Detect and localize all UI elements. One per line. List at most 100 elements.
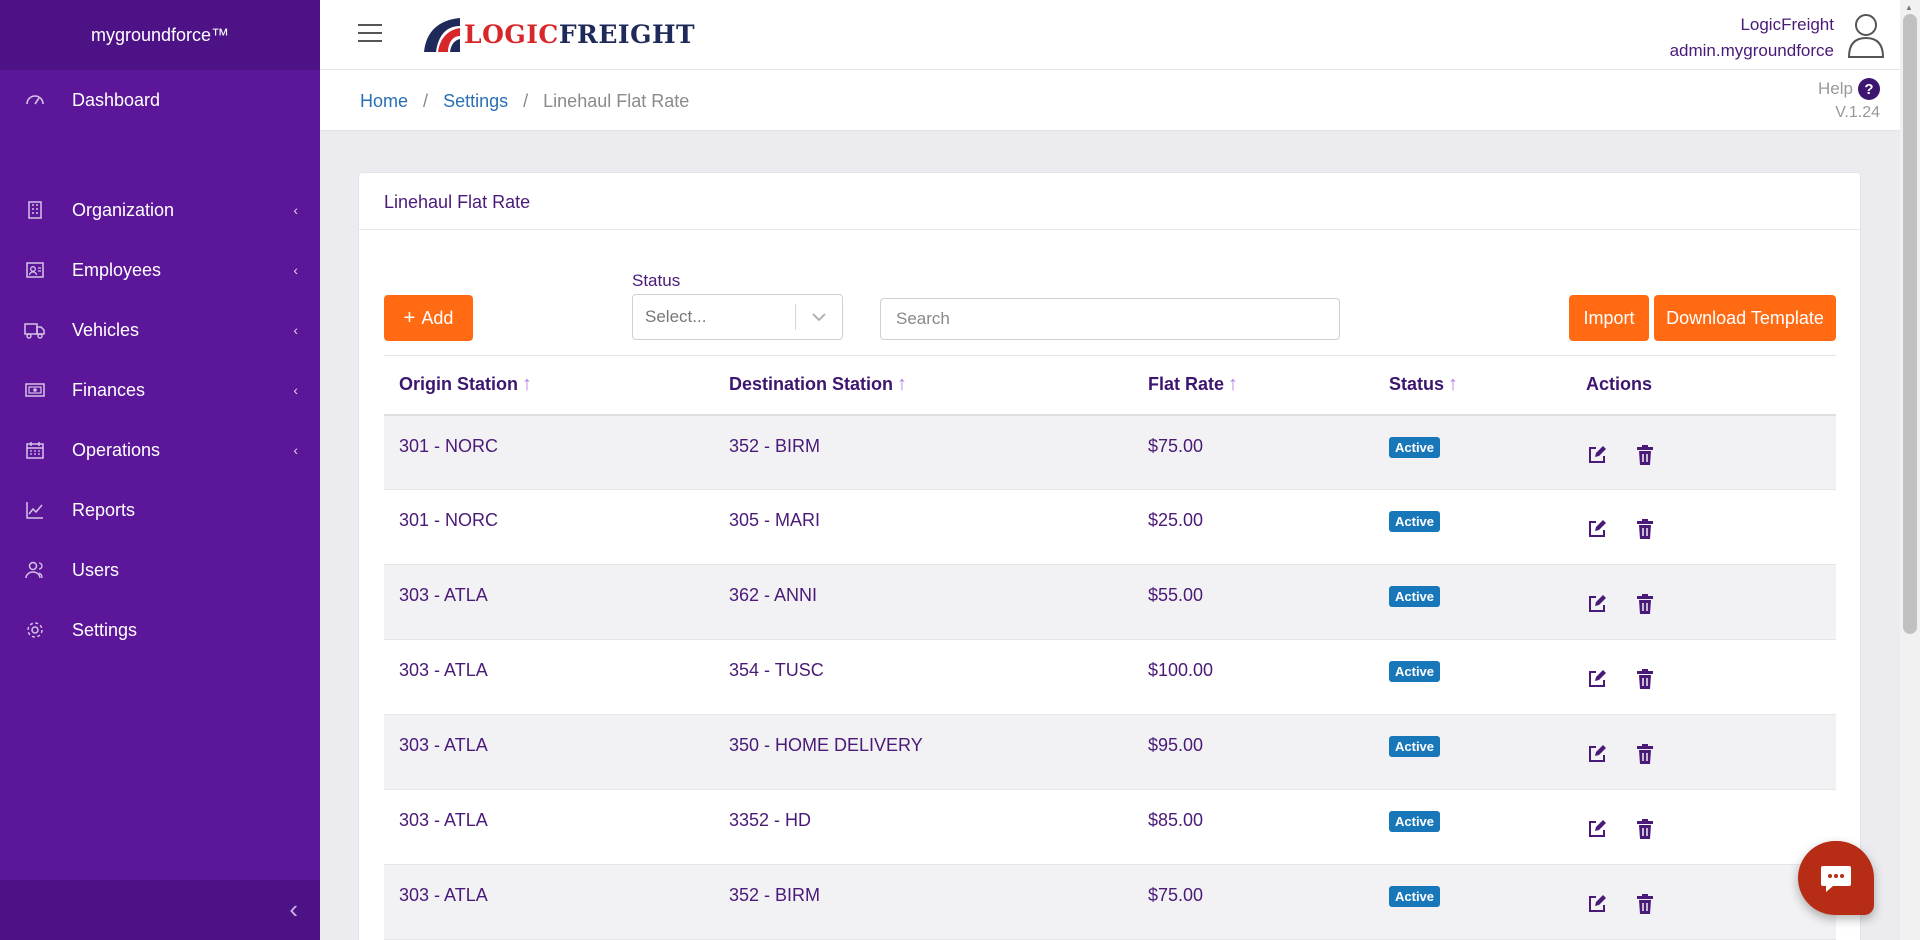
status-select[interactable]: Select... bbox=[632, 294, 843, 340]
edit-icon[interactable] bbox=[1586, 518, 1608, 540]
status-badge: Active bbox=[1389, 511, 1441, 532]
sidebar-item-organization[interactable]: Organization ‹ bbox=[0, 180, 320, 240]
sort-arrow-icon: ↑ bbox=[522, 373, 532, 396]
sort-arrow-icon: ↑ bbox=[897, 373, 908, 396]
search-input[interactable] bbox=[880, 298, 1340, 340]
origin-cell: 303 - ATLA bbox=[384, 564, 714, 640]
sidebar-item-finances[interactable]: Finances ‹ bbox=[0, 360, 320, 420]
sidebar-item-label: Reports bbox=[72, 499, 136, 520]
scrollbar-thumb[interactable] bbox=[1903, 14, 1917, 634]
column-status[interactable]: Status ↑ bbox=[1374, 355, 1571, 416]
flat-rate-cell: $100.00 bbox=[1133, 639, 1374, 715]
destination-cell: 354 - TUSC bbox=[714, 639, 1133, 715]
edit-icon[interactable] bbox=[1586, 668, 1608, 690]
sidebar-item-label: Vehicles bbox=[72, 319, 140, 340]
chat-button[interactable] bbox=[1798, 841, 1874, 915]
actions-cell bbox=[1571, 414, 1836, 490]
linehaul-card: Linehaul Flat Rate + Add Status Select..… bbox=[358, 172, 1861, 940]
trash-icon[interactable] bbox=[1634, 444, 1656, 466]
column-actions: Actions bbox=[1571, 355, 1836, 416]
edit-icon[interactable] bbox=[1586, 743, 1608, 765]
trash-icon[interactable] bbox=[1634, 593, 1656, 615]
question-icon: ? bbox=[1858, 78, 1880, 100]
trash-icon[interactable] bbox=[1634, 668, 1656, 690]
destination-cell: 3352 - HD bbox=[714, 789, 1133, 865]
sidebar-item-settings[interactable]: Settings bbox=[0, 600, 320, 660]
origin-cell: 303 - ATLA bbox=[384, 789, 714, 865]
breadcrumb-current: Linehaul Flat Rate bbox=[543, 91, 690, 111]
actions-cell bbox=[1571, 564, 1836, 640]
trash-icon[interactable] bbox=[1634, 818, 1656, 840]
table-row: 301 - NORC 352 - BIRM $75.00 Active bbox=[384, 414, 1836, 490]
flat-rate-cell: $95.00 bbox=[1133, 714, 1374, 790]
actions-cell bbox=[1571, 714, 1836, 790]
chevron-left-icon: ‹ bbox=[293, 382, 298, 398]
scroll-up-arrow-icon[interactable]: ▲ bbox=[1905, 3, 1913, 12]
edit-icon[interactable] bbox=[1586, 593, 1608, 615]
sidebar-item-reports[interactable]: Reports bbox=[0, 480, 320, 540]
origin-cell: 303 - ATLA bbox=[384, 864, 714, 940]
flat-rate-cell: $55.00 bbox=[1133, 564, 1374, 640]
add-button[interactable]: + Add bbox=[384, 295, 473, 341]
actions-cell bbox=[1571, 489, 1836, 565]
sidebar-item-label: Employees bbox=[72, 259, 162, 280]
edit-icon[interactable] bbox=[1586, 893, 1608, 915]
chevron-left-icon: ‹ bbox=[293, 262, 298, 278]
hamburger-menu-icon[interactable] bbox=[358, 24, 382, 44]
sidebar-item-users[interactable]: Users bbox=[0, 540, 320, 600]
column-origin-station[interactable]: Origin Station ↑ bbox=[384, 355, 714, 416]
status-select-value: Select... bbox=[645, 307, 707, 326]
user-account: admin.mygroundforce bbox=[1669, 41, 1834, 60]
origin-cell: 301 - NORC bbox=[384, 414, 714, 490]
status-filter-label: Status bbox=[632, 271, 681, 290]
table-row: 303 - ATLA 354 - TUSC $100.00 Active bbox=[384, 639, 1836, 715]
sidebar-item-label: Finances bbox=[72, 379, 146, 400]
sidebar-item-employees[interactable]: Employees ‹ bbox=[0, 240, 320, 300]
sidebar-nav: Dashboard Organization ‹ Employees ‹ Veh… bbox=[0, 70, 320, 660]
avatar-icon[interactable] bbox=[1846, 12, 1886, 58]
column-flat-rate[interactable]: Flat Rate ↑ bbox=[1133, 355, 1374, 416]
edit-icon[interactable] bbox=[1586, 444, 1608, 466]
help-link[interactable]: Help ? bbox=[1818, 78, 1880, 100]
app-version: V.1.24 bbox=[1835, 104, 1880, 121]
top-header: LOGICFREIGHT LogicFreight admin.myground… bbox=[320, 0, 1900, 70]
destination-cell: 352 - BIRM bbox=[714, 864, 1133, 940]
breadcrumb-settings[interactable]: Settings bbox=[443, 91, 508, 111]
trash-icon[interactable] bbox=[1634, 893, 1656, 915]
user-info[interactable]: LogicFreight admin.mygroundforce bbox=[1670, 12, 1834, 64]
trash-icon[interactable] bbox=[1634, 743, 1656, 765]
chevron-left-icon: ‹ bbox=[293, 442, 298, 458]
chat-icon bbox=[1821, 866, 1851, 892]
status-badge: Active bbox=[1389, 886, 1441, 907]
breadcrumb-home[interactable]: Home bbox=[360, 91, 408, 111]
status-badge: Active bbox=[1389, 586, 1441, 607]
sidebar-brand: mygroundforce™ bbox=[0, 0, 320, 70]
trash-icon[interactable] bbox=[1634, 518, 1656, 540]
breadcrumb-bar: Home / Settings / Linehaul Flat Rate Hel… bbox=[320, 70, 1900, 131]
status-badge: Active bbox=[1389, 736, 1441, 757]
column-destination-station[interactable]: Destination Station ↑ bbox=[714, 355, 1133, 416]
table-body: 301 - NORC 352 - BIRM $75.00 Active 301 - NO… bbox=[384, 414, 1836, 940]
actions-cell bbox=[1571, 789, 1836, 865]
destination-cell: 350 - HOME DELIVERY bbox=[714, 714, 1133, 790]
sort-arrow-icon: ↑ bbox=[1448, 373, 1459, 396]
import-button[interactable]: Import bbox=[1569, 295, 1649, 341]
actions-cell bbox=[1571, 639, 1836, 715]
money-icon bbox=[24, 379, 46, 401]
table-row: 303 - ATLA 362 - ANNI $55.00 Active bbox=[384, 564, 1836, 640]
id-badge-icon bbox=[24, 259, 46, 281]
add-button-label: Add bbox=[421, 307, 454, 328]
building-icon bbox=[24, 199, 46, 221]
status-cell: Active bbox=[1374, 789, 1571, 865]
linehaul-table: Origin Station ↑ Destination Station ↑ Fla… bbox=[384, 355, 1836, 940]
breadcrumb-separator: / bbox=[523, 91, 529, 111]
status-cell: Active bbox=[1374, 714, 1571, 790]
download-template-button[interactable]: Download Template bbox=[1654, 295, 1836, 341]
breadcrumb: Home / Settings / Linehaul Flat Rate bbox=[360, 91, 689, 112]
edit-icon[interactable] bbox=[1586, 818, 1608, 840]
sidebar-item-dashboard[interactable]: Dashboard bbox=[0, 70, 320, 130]
logicfreight-logo[interactable]: LOGICFREIGHT bbox=[420, 14, 695, 54]
collapse-sidebar-icon[interactable]: ‹ bbox=[289, 894, 298, 925]
sidebar-item-operations[interactable]: Operations ‹ bbox=[0, 420, 320, 480]
sidebar-item-vehicles[interactable]: Vehicles ‹ bbox=[0, 300, 320, 360]
